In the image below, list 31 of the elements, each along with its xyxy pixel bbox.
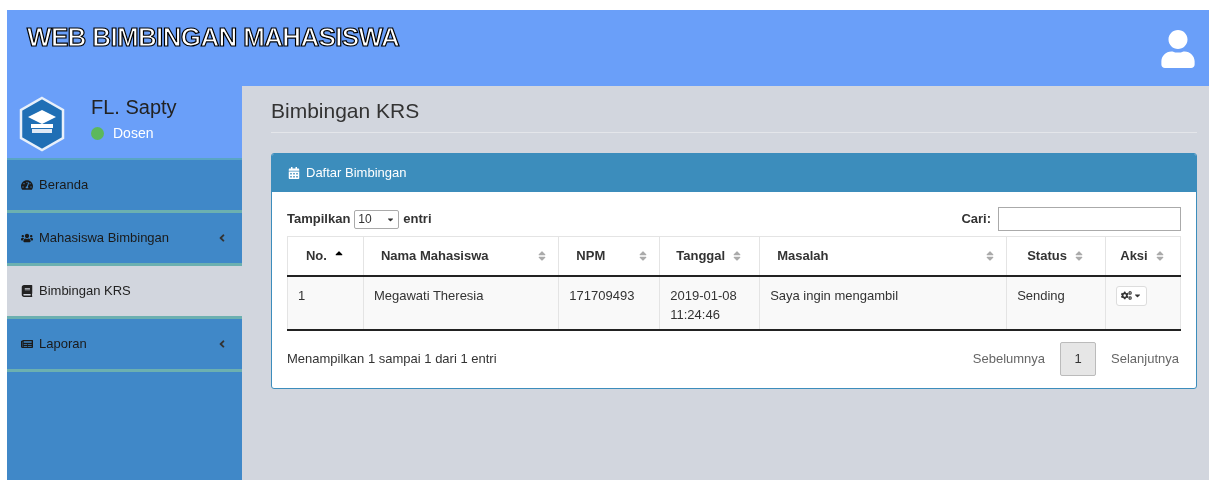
- actions-dropdown-button[interactable]: [1116, 285, 1147, 306]
- gears-icon: [1121, 290, 1132, 301]
- search-label: Cari:: [961, 210, 991, 229]
- page-title: Bimbingan KRS: [271, 98, 421, 124]
- caret-icon: [1133, 291, 1142, 300]
- gauge-icon: [21, 179, 33, 191]
- length-label: Tampilkan: [287, 210, 351, 229]
- page-number-button[interactable]: 1: [1060, 341, 1097, 376]
- page-length-select[interactable]: 10: [354, 209, 400, 229]
- next-page-link[interactable]: Selanjutnya: [1111, 348, 1179, 369]
- column-header[interactable]: NPM: [576, 246, 606, 266]
- table-info: Menampilkan 1 sampai 1 dari 1 entri: [287, 349, 497, 368]
- user-name: FL. Sapty: [91, 96, 177, 118]
- graduation-logo-icon: [19, 96, 65, 152]
- previous-page-link[interactable]: Sebelumnya: [972, 348, 1046, 369]
- length-label: entri: [403, 210, 432, 229]
- column-header[interactable]: Status: [1027, 246, 1067, 266]
- users-icon: [21, 232, 33, 244]
- site-title: WEB BIMBINGAN MAHASISWA: [27, 24, 400, 50]
- panel-title: Daftar Bimbingan: [306, 164, 407, 183]
- column-header[interactable]: Aksi: [1120, 246, 1148, 266]
- newspaper-icon: [21, 338, 33, 350]
- book-icon: [21, 285, 33, 297]
- user-avatar-icon[interactable]: [1159, 30, 1197, 68]
- search-field[interactable]: [998, 207, 1181, 231]
- table-cell: 1: [287, 275, 364, 330]
- user-role: Dosen: [113, 124, 154, 143]
- calendar-icon: [288, 167, 300, 179]
- column-header[interactable]: No.: [305, 246, 327, 266]
- column-header[interactable]: Masalah: [777, 246, 829, 266]
- sidebar-item[interactable]: Bimbingan KRS: [7, 266, 242, 319]
